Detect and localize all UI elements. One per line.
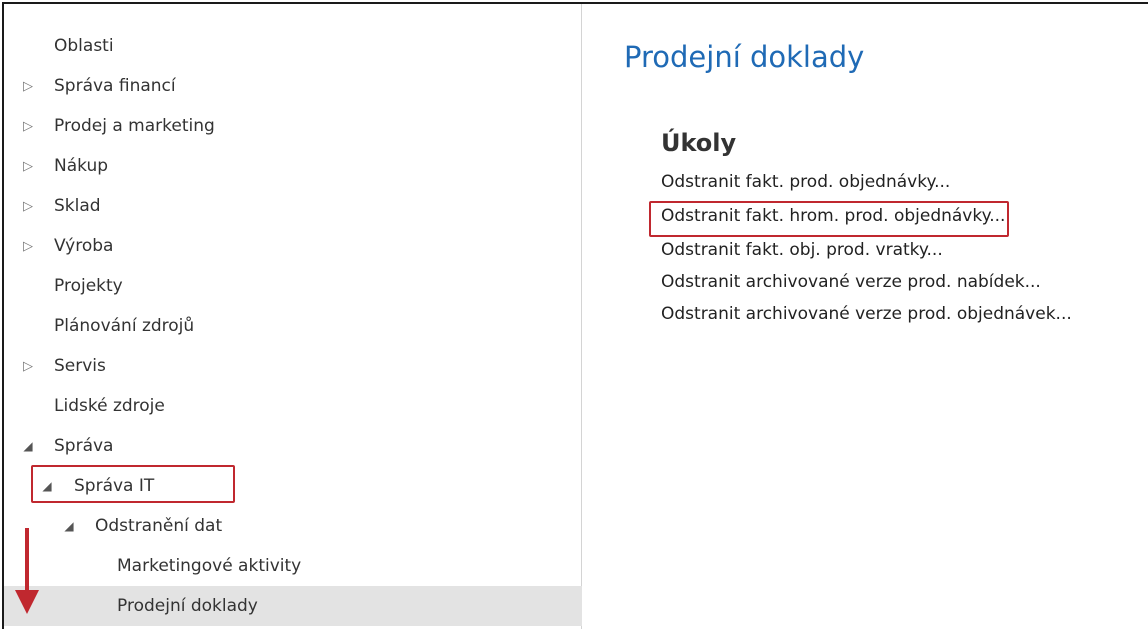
expand-arrow-icon[interactable]: ▷ (20, 119, 36, 134)
window-frame: Oblasti ▷ Správa financí ▷ Prodej a mark… (2, 2, 1148, 629)
nav-item-label: Odstranění dat (95, 516, 223, 536)
task-link[interactable]: Odstranit fakt. obj. prod. vratky... (661, 240, 943, 264)
section-title: Úkoly (661, 129, 737, 157)
nav-item-label: Prodejní doklady (117, 596, 258, 616)
nav-item-label: Sklad (54, 196, 101, 216)
nav-item-label: Prodej a marketing (54, 116, 215, 136)
nav-item-lidske-zdroje[interactable]: Lidské zdroje (4, 386, 582, 426)
collapse-arrow-icon[interactable]: ◢ (20, 439, 36, 453)
expand-arrow-icon[interactable]: ▷ (20, 199, 36, 214)
task-link[interactable]: Odstranit archivované verze prod. objedn… (661, 304, 1072, 328)
nav-item-label: Marketingové aktivity (117, 556, 302, 576)
nav-item-nakup[interactable]: ▷ Nákup (4, 146, 582, 186)
nav-item-prodej-a-marketing[interactable]: ▷ Prodej a marketing (4, 106, 582, 146)
task-link[interactable]: Odstranit archivované verze prod. nabíde… (661, 272, 1041, 296)
nav-item-sprava-financi[interactable]: ▷ Správa financí (4, 66, 582, 106)
down-arrow-icon (15, 528, 39, 614)
nav-item-label: Projekty (54, 276, 123, 296)
nav-item-oblasti[interactable]: Oblasti (4, 26, 582, 66)
expand-arrow-icon[interactable]: ▷ (20, 79, 36, 94)
content-pane: Prodejní doklady Úkoly Odstranit fakt. p… (582, 4, 1148, 629)
nav-item-sklad[interactable]: ▷ Sklad (4, 186, 582, 226)
nav-item-odstraneni-dat[interactable]: ◢ Odstranění dat (4, 506, 582, 546)
highlight-box-task (649, 201, 1009, 237)
nav-item-label: Výroba (54, 236, 114, 256)
expand-arrow-icon[interactable]: ▷ (20, 359, 36, 374)
nav-item-label: Správa (54, 436, 114, 456)
navigation-pane: Oblasti ▷ Správa financí ▷ Prodej a mark… (4, 4, 582, 629)
nav-item-servis[interactable]: ▷ Servis (4, 346, 582, 386)
nav-item-planovani-zdroju[interactable]: Plánování zdrojů (4, 306, 582, 346)
nav-item-prodejni-doklady[interactable]: Prodejní doklady (4, 586, 582, 626)
expand-arrow-icon[interactable]: ▷ (20, 239, 36, 254)
nav-item-projekty[interactable]: Projekty (4, 266, 582, 306)
page-title: Prodejní doklady (624, 40, 865, 74)
nav-item-marketingove-aktivity[interactable]: Marketingové aktivity (4, 546, 582, 586)
nav-item-label: Správa financí (54, 76, 176, 96)
collapse-arrow-icon[interactable]: ◢ (61, 519, 77, 533)
nav-item-label: Nákup (54, 156, 109, 176)
nav-item-label: Servis (54, 356, 106, 376)
expand-arrow-icon[interactable]: ▷ (20, 159, 36, 174)
nav-item-label: Lidské zdroje (54, 396, 165, 416)
nav-item-label: Oblasti (54, 36, 114, 56)
highlight-box-sprava-it (31, 465, 235, 503)
task-link[interactable]: Odstranit fakt. prod. objednávky... (661, 172, 950, 196)
nav-item-vyroba[interactable]: ▷ Výroba (4, 226, 582, 266)
nav-item-label: Plánování zdrojů (54, 316, 195, 336)
nav-item-sprava[interactable]: ◢ Správa (4, 426, 582, 466)
